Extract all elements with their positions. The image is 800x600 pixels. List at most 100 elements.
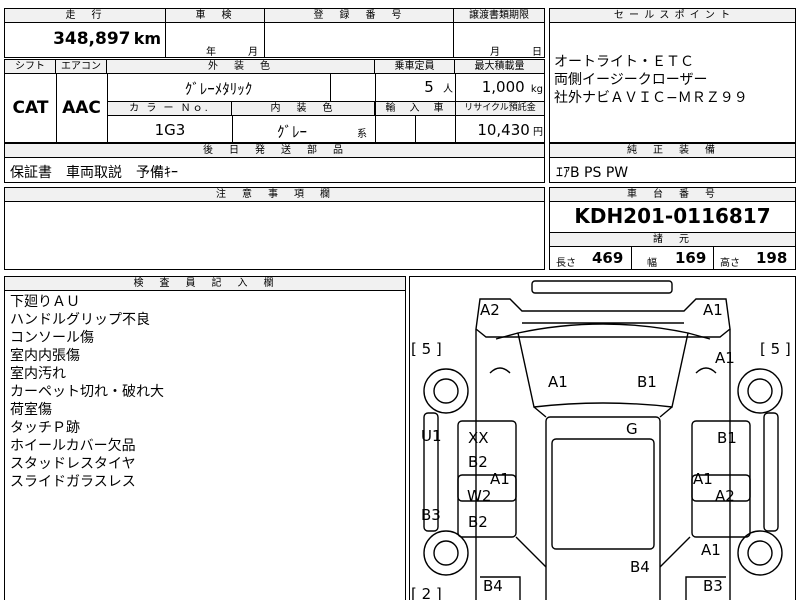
rear-left-wheel-inner <box>433 540 459 566</box>
car-diagram: [ 5 ] [ 5 ] [ 2 ] A2 A1 A1 B1 A1 G U1 XX… <box>411 280 791 600</box>
recycle-wrap: 10,430 円 <box>455 121 543 139</box>
rear-right-wheel <box>737 530 783 576</box>
sales-point-item: オートライト・ＥＴＣ <box>554 54 694 70</box>
mileage-unit: km <box>133 29 161 48</box>
capacity-label: 乗車定員 <box>375 60 455 74</box>
inspector-item: タッチＰ跡 <box>10 420 80 436</box>
front-tread-left: [ 5 ] <box>411 340 442 358</box>
damage-left-front-door-lower: A1 <box>490 470 510 488</box>
inspector-item: スライドガラスレス <box>10 474 136 490</box>
recycle-label: リサイクル預託金 <box>456 102 544 116</box>
damage-right-front-door-lower: A1 <box>693 470 713 488</box>
damage-right-front-door: B1 <box>717 429 737 447</box>
front-bumper-shape <box>531 280 673 294</box>
sales-points-box: セ ー ル ス ポ イ ン ト オートライト・ＥＴＣ 両側イージークローザー 社… <box>549 8 796 143</box>
damage-left-rear-panel: B3 <box>421 506 441 524</box>
car-diagram-box: [ 5 ] [ 5 ] [ 2 ] A2 A1 A1 B1 A1 G U1 XX… <box>409 276 796 600</box>
inspector-header: 検 査 員 記 入 欄 <box>5 277 405 291</box>
right-rocker-shape <box>763 412 779 532</box>
color-no-value: 1G3 <box>154 121 186 139</box>
inspector-item: 室内内張傷 <box>10 348 80 364</box>
inspector-item: コンソール傷 <box>10 330 94 346</box>
sales-points-list: オートライト・ＥＴＣ 両側イージークローザー 社外ナビＡＶＩＣ−ＭＲＺ９９ <box>554 53 748 107</box>
transfer-label: 譲渡書類期限 <box>454 9 544 23</box>
inspector-item: 荷室傷 <box>10 402 52 418</box>
length-value: 469 <box>592 249 624 267</box>
sales-point-item: 両側イージークローザー <box>554 72 708 88</box>
max-load-wrap: 1,000 kg <box>455 78 543 96</box>
max-load-value: 1,000 <box>481 78 525 96</box>
chassis-value: KDH201-0116817 <box>574 204 771 228</box>
shift-value: CAT <box>12 98 49 118</box>
damage-rear-left: B4 <box>483 577 503 595</box>
inspector-item: スタッドレスタイヤ <box>10 456 136 472</box>
shift-label: シフト <box>5 60 56 74</box>
damage-windshield-right: B1 <box>637 373 657 391</box>
notes-box: 注 意 事 項 欄 <box>4 187 545 270</box>
front-right-wheel-inner <box>747 378 773 404</box>
later-parts-value: 保証書 車両取説 予備ｷｰ <box>10 165 178 181</box>
capacity-wrap: 5 人 <box>375 78 453 96</box>
damage-roof: G <box>626 420 638 438</box>
mileage-box: 走 行 348,897 km <box>4 8 166 58</box>
transfer-box: 譲渡書類期限 月 日 <box>453 8 545 58</box>
aircon-value: AAC <box>62 98 101 118</box>
registration-box: 登 録 番 号 <box>264 8 454 58</box>
interior-color-value: ｸﾞﾚｰ <box>276 123 307 141</box>
interior-suffix: 系 <box>357 129 367 140</box>
sales-point-item: 社外ナビＡＶＩＣ−ＭＲＺ９９ <box>554 90 748 106</box>
aircon-label: エアコン <box>56 60 107 74</box>
damage-front-left-corner: A2 <box>480 301 500 319</box>
genuine-equipment-header: 純 正 装 備 <box>550 144 795 158</box>
damage-rear-right: B3 <box>703 577 723 595</box>
color-no-label: カ ラ ー Ｎｏ. <box>108 102 232 116</box>
interior-color-label: 内 装 色 <box>232 102 375 116</box>
later-parts-header: 後 日 発 送 部 品 <box>5 144 544 158</box>
front-left-wheel <box>423 368 469 414</box>
transfer-day-unit: 日 <box>532 47 542 58</box>
genuine-equipment-box: 純 正 装 備 ｴｱB PS PW <box>549 143 796 183</box>
chassis-header: 車 台 番 号 <box>550 188 795 202</box>
front-tread-right: [ 5 ] <box>760 340 791 358</box>
mileage-label: 走 行 <box>5 9 165 23</box>
max-load-label: 最大積載量 <box>455 60 544 74</box>
damage-left-front-door-top: XX <box>468 429 489 447</box>
damage-left-rocker: U1 <box>421 427 442 445</box>
rear-right-wheel-inner <box>747 540 773 566</box>
width-value: 169 <box>675 249 707 267</box>
dimensions-header: 諸 元 <box>550 232 795 247</box>
inspector-item: ホイールカバー欠品 <box>10 438 136 454</box>
later-parts-box: 後 日 発 送 部 品 保証書 車両取説 予備ｷｰ <box>4 143 545 183</box>
capacity-unit: 人 <box>443 84 453 95</box>
damage-left-rear-door-top: W2 <box>467 487 491 505</box>
notes-header: 注 意 事 項 欄 <box>5 188 544 202</box>
damage-rear-center: B4 <box>630 558 650 576</box>
recycle-value: 10,430 <box>477 121 530 139</box>
rear-body-shape <box>515 536 691 568</box>
inspector-item: 室内汚れ <box>10 366 66 382</box>
exterior-color-value: ｸﾞﾚｰﾒﾀﾘｯｸ <box>184 80 253 98</box>
front-body-shape <box>475 298 731 338</box>
damage-front-right-corner: A1 <box>703 301 723 319</box>
chassis-box: 車 台 番 号 KDH201-0116817 諸 元 長さ 469 幅 169 … <box>549 187 796 270</box>
recycle-unit: 円 <box>533 127 543 138</box>
mileage-value-wrap: 348,897 km <box>5 29 161 49</box>
damage-left-rear-door: B2 <box>468 513 488 531</box>
height-label: 高さ <box>720 258 740 269</box>
inspection-month-unit: 月 <box>248 47 258 58</box>
capacity-value: 5 <box>424 78 434 96</box>
length-label: 長さ <box>556 258 576 269</box>
inspector-item: カーペット切れ・破れ大 <box>10 384 164 400</box>
damage-right-rear-door: A2 <box>715 487 735 505</box>
max-load-unit: kg <box>530 84 543 95</box>
transfer-month-unit: 月 <box>490 47 500 58</box>
import-label: 輸 入 車 <box>376 102 455 116</box>
width-label: 幅 <box>647 258 657 269</box>
exterior-color-label: 外 装 色 <box>107 60 375 74</box>
height-value: 198 <box>756 249 788 267</box>
damage-left-front-door: B2 <box>468 453 488 471</box>
sales-points-header: セ ー ル ス ポ イ ン ト <box>550 9 795 23</box>
inspector-item: 下廻りＡＵ <box>10 294 80 310</box>
damage-front-right-fender: A1 <box>715 349 735 367</box>
genuine-equipment-value: ｴｱB PS PW <box>556 165 629 181</box>
